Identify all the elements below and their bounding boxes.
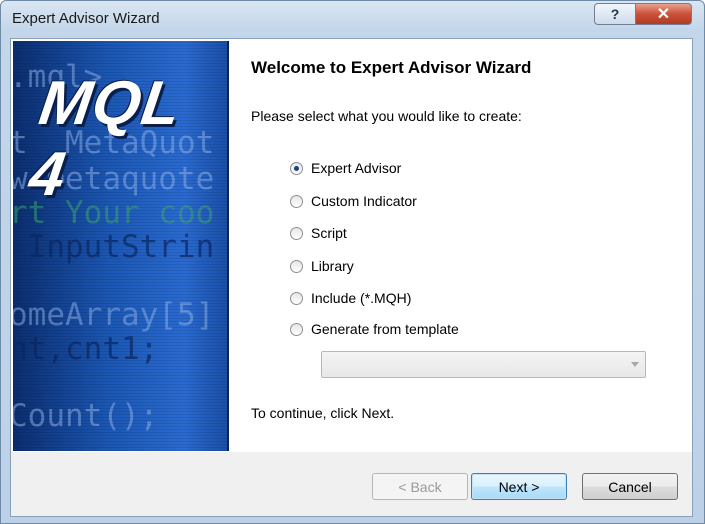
close-button[interactable]: ✕ [635, 3, 692, 25]
mql4-logo: MQL 4 [25, 69, 185, 209]
radio-button[interactable] [290, 161, 303, 175]
chevron-down-icon [631, 362, 639, 367]
option-library[interactable]: Library [290, 258, 354, 274]
dialog-client-area: .mql> t MetaQuot w.metaquote rt Your coo… [10, 38, 693, 517]
option-script[interactable]: Script [290, 225, 347, 241]
option-label: Custom Indicator [311, 193, 417, 209]
wizard-page: .mql> t MetaQuot w.metaquote rt Your coo… [11, 39, 692, 452]
wizard-prompt: Please select what you would like to cre… [251, 108, 522, 124]
banner-code-line: InputStrin [13, 229, 215, 265]
option-generate-from-template[interactable]: Generate from template [290, 321, 459, 337]
banner-code-line: omeArray[5] [13, 297, 215, 333]
option-label: Include (*.MQH) [311, 290, 412, 306]
option-custom-indicator[interactable]: Custom Indicator [290, 193, 417, 209]
wizard-heading: Welcome to Expert Advisor Wizard [251, 58, 532, 77]
option-expert-advisor[interactable]: Expert Advisor [290, 160, 401, 176]
radio-button[interactable] [290, 291, 303, 305]
mql4-banner-image: .mql> t MetaQuot w.metaquote rt Your coo… [13, 41, 229, 451]
help-button[interactable]: ? [594, 3, 636, 25]
continue-hint: To continue, click Next. [251, 405, 395, 421]
radio-button[interactable] [290, 194, 303, 208]
title-bar[interactable]: Expert Advisor Wizard ? ✕ [1, 1, 704, 39]
cancel-button[interactable]: Cancel [582, 473, 678, 500]
back-button[interactable]: < Back [372, 473, 468, 500]
banner-code-line: nt,cnt1; [13, 331, 159, 367]
radio-button[interactable] [290, 226, 303, 240]
radio-button[interactable] [290, 259, 303, 273]
option-label: Generate from template [311, 321, 459, 337]
window-title: Expert Advisor Wizard [12, 10, 160, 27]
option-label: Expert Advisor [311, 160, 402, 176]
banner-code-line: Count(); [13, 398, 159, 434]
option-label: Script [311, 225, 347, 241]
next-button[interactable]: Next > [471, 473, 567, 500]
option-label: Library [311, 258, 354, 274]
template-dropdown[interactable] [321, 351, 646, 378]
radio-button[interactable] [290, 322, 303, 336]
option-include[interactable]: Include (*.MQH) [290, 290, 411, 306]
wizard-window: Expert Advisor Wizard ? ✕ .mql> t MetaQu… [0, 0, 705, 524]
